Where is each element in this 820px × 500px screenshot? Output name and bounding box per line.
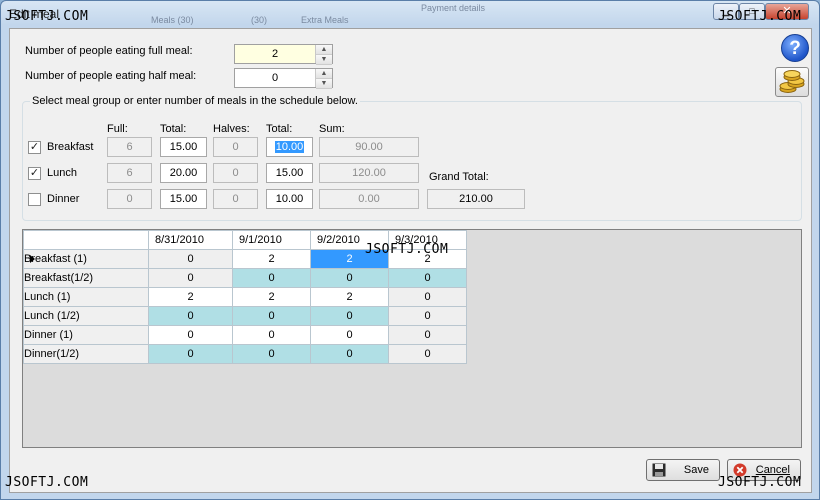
watermark-text: JSOFTJ.COM	[365, 242, 449, 257]
breakfast-checkbox[interactable]: ✓	[28, 141, 41, 154]
background-tab-label: (30)	[251, 15, 268, 25]
header-total: Total:	[160, 123, 187, 135]
row-header[interactable]: Dinner (1)	[23, 325, 149, 345]
save-button[interactable]: Save	[646, 459, 720, 481]
lunch-total[interactable]: 20.00	[160, 163, 207, 183]
grid-cell[interactable]: 0	[148, 306, 233, 326]
row-header[interactable]: Dinner(1/2)	[23, 344, 149, 364]
grand-total-label: Grand Total:	[429, 171, 489, 183]
grid-cell[interactable]: 0	[232, 325, 311, 345]
grid-cell[interactable]: 0	[148, 268, 233, 288]
column-header[interactable]: 9/1/2010	[232, 230, 311, 250]
grid-cell[interactable]: 0	[310, 325, 389, 345]
coins-icon	[779, 70, 805, 93]
table-row: Dinner(1/2) 0 0 0 0	[23, 344, 467, 364]
row-header[interactable]: Lunch (1)	[23, 287, 149, 307]
dinner-full: 0	[107, 189, 152, 209]
breakfast-sum: 90.00	[319, 137, 419, 157]
breakfast-halves: 0	[213, 137, 258, 157]
grand-total-value: 210.00	[427, 189, 525, 209]
stepper-up-icon[interactable]: ▲	[316, 69, 332, 79]
breakfast-total[interactable]: 15.00	[160, 137, 207, 157]
header-sum: Sum:	[319, 123, 345, 135]
watermark-text: JSOFTJ.COM	[718, 475, 802, 490]
full-meal-label: Number of people eating full meal:	[25, 45, 193, 57]
table-row: Lunch (1) 2 2 2 0	[23, 287, 467, 307]
help-icon[interactable]: ?	[781, 34, 809, 62]
grid-cell[interactable]: 2	[310, 287, 389, 307]
row-header[interactable]: Lunch (1/2)	[23, 306, 149, 326]
grid-cell[interactable]: 0	[388, 306, 467, 326]
stepper-down-icon[interactable]: ▼	[316, 79, 332, 89]
table-row: Breakfast(1/2) 0 0 0 0	[23, 268, 467, 288]
grid-cell[interactable]: 0	[388, 287, 467, 307]
dinner-total-halves[interactable]: 10.00	[266, 189, 313, 209]
grid-cell[interactable]: 0	[310, 268, 389, 288]
breakfast-label: Breakfast	[47, 141, 94, 153]
row-header[interactable]: Breakfast(1/2)	[23, 268, 149, 288]
background-tab-label: Extra Meals	[301, 15, 349, 25]
table-row: Lunch (1/2) 0 0 0 0	[23, 306, 467, 326]
title-bar: Edit meal Meals (30) (30) Extra Meals Pa…	[1, 1, 819, 27]
lunch-halves: 0	[213, 163, 258, 183]
half-meal-stepper[interactable]: 0 ▲ ▼	[234, 68, 333, 89]
watermark-text: JSOFTJ.COM	[5, 475, 89, 490]
grid-cell[interactable]: 2	[148, 287, 233, 307]
half-meal-value[interactable]: 0	[235, 69, 315, 87]
meal-schedule-grid[interactable]: 8/31/2010 9/1/2010 9/2/2010 9/3/2010 Bre…	[22, 229, 802, 448]
grid-cell[interactable]: 0	[388, 268, 467, 288]
stepper-down-icon[interactable]: ▼	[316, 55, 332, 65]
grid-cell[interactable]: 0	[232, 268, 311, 288]
grid-cell[interactable]: 2	[232, 249, 311, 269]
group-caption: Select meal group or enter number of mea…	[30, 95, 360, 107]
dinner-checkbox[interactable]	[28, 193, 41, 206]
column-header[interactable]: 8/31/2010	[148, 230, 233, 250]
grid-cell[interactable]: 0	[148, 344, 233, 364]
half-meal-label: Number of people eating half meal:	[25, 70, 197, 82]
header-halves: Halves:	[213, 123, 250, 135]
grid-cell[interactable]: 0	[388, 344, 467, 364]
grid-cell[interactable]: 0	[148, 249, 233, 269]
lunch-sum: 120.00	[319, 163, 419, 183]
table-row: Dinner (1) 0 0 0 0	[23, 325, 467, 345]
breakfast-total-halves[interactable]: 10.00	[266, 137, 313, 157]
full-meal-value[interactable]: 2	[235, 45, 315, 63]
lunch-total-halves[interactable]: 15.00	[266, 163, 313, 183]
dinner-total[interactable]: 15.00	[160, 189, 207, 209]
grid-cell[interactable]: 0	[232, 306, 311, 326]
full-meal-stepper[interactable]: 2 ▲ ▼	[234, 44, 333, 65]
stepper-up-icon[interactable]: ▲	[316, 45, 332, 55]
lunch-checkbox[interactable]: ✓	[28, 167, 41, 180]
grid-corner	[23, 230, 149, 250]
breakfast-full: 6	[107, 137, 152, 157]
dinner-sum: 0.00	[319, 189, 419, 209]
header-full: Full:	[107, 123, 128, 135]
grid-cell[interactable]: 0	[310, 344, 389, 364]
grid-cell[interactable]: 2	[232, 287, 311, 307]
current-row-arrow-icon	[30, 255, 35, 263]
dinner-label: Dinner	[47, 193, 80, 205]
watermark-text: JSOFTJ.COM	[718, 9, 802, 24]
grid-cell[interactable]: 0	[310, 306, 389, 326]
floppy-disk-icon	[652, 463, 666, 477]
header-total-halves: Total:	[266, 123, 293, 135]
grid-cell[interactable]: 0	[232, 344, 311, 364]
breakfast-total-halves-value: 10.00	[274, 141, 305, 153]
dinner-halves: 0	[213, 189, 258, 209]
background-tab-label: Meals (30)	[151, 15, 194, 25]
watermark-text: JSOFTJ.COM	[5, 9, 89, 24]
row-header[interactable]: Breakfast (1)	[23, 249, 149, 269]
coins-button[interactable]	[775, 67, 809, 97]
lunch-label: Lunch	[47, 167, 77, 179]
grid-cell[interactable]: 0	[388, 325, 467, 345]
background-tab-label: Payment details	[421, 3, 486, 13]
dialog-body: Number of people eating full meal: 2 ▲ ▼ …	[9, 28, 812, 493]
grid-cell[interactable]: 0	[148, 325, 233, 345]
lunch-full: 6	[107, 163, 152, 183]
save-label: Save	[683, 464, 709, 476]
